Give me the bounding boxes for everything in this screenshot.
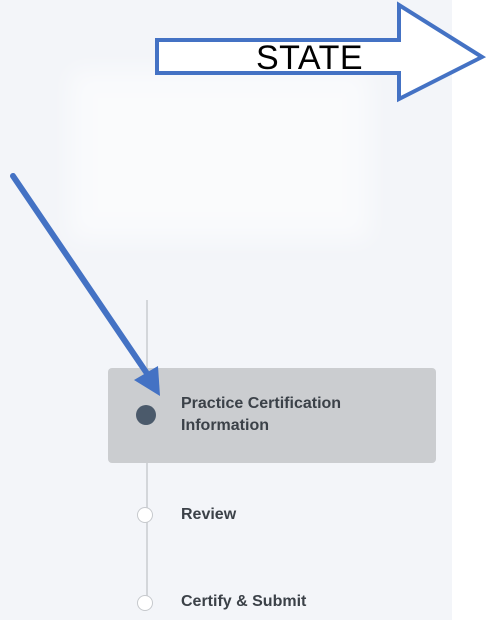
step-label: Certify & Submit: [181, 593, 307, 610]
step-label: Practice Certification Information: [181, 395, 342, 434]
step-certify-and-submit[interactable]: Certify & Submit: [108, 588, 436, 618]
active-step-indicator-icon: [136, 405, 156, 425]
pending-step-indicator-icon: [137, 595, 153, 611]
step-label: Review: [181, 506, 237, 523]
state-label: STATE: [256, 39, 364, 77]
step-practice-certification-information[interactable]: Practice Certification Information: [108, 368, 436, 463]
pending-step-indicator-icon: [137, 507, 153, 523]
blurred-content-area: [70, 70, 370, 240]
step-review[interactable]: Review: [108, 500, 436, 530]
